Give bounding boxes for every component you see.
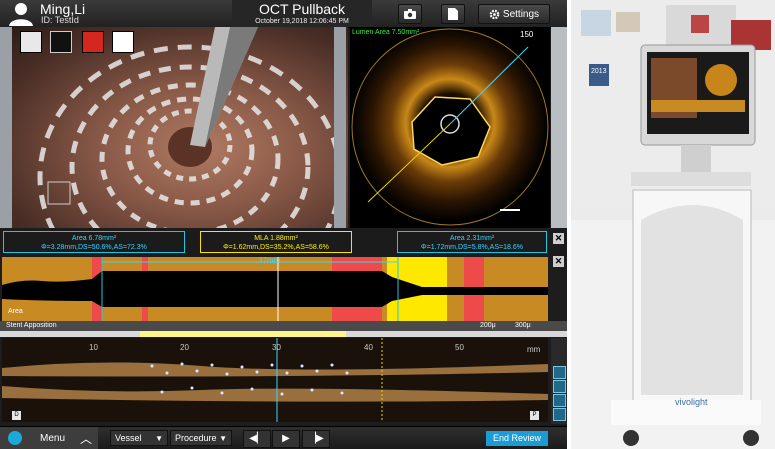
tool-3-icon[interactable] — [553, 394, 566, 407]
previous-frame-button[interactable]: ◀▏ — [243, 430, 271, 448]
axis-tick-50: 50 — [455, 343, 464, 352]
settings-button[interactable]: Settings — [478, 4, 550, 24]
stent-apposition-track — [0, 331, 567, 337]
procedure-dropdown[interactable]: Procedure ▼ — [170, 430, 232, 446]
cross-section-icon[interactable] — [50, 31, 72, 53]
longitudinal-tools — [551, 338, 567, 424]
menu-button[interactable]: Menu ︿ — [0, 427, 98, 449]
play-icon: ▶ — [282, 433, 290, 444]
frame-number: 150 — [520, 30, 534, 39]
distal-marker: D — [12, 411, 21, 420]
vessel-3d-view[interactable] — [0, 27, 348, 228]
close-area-graph-button[interactable]: ✕ — [553, 256, 564, 267]
report-button[interactable] — [441, 4, 465, 24]
area-profile — [2, 257, 548, 321]
procedure-label: Procedure — [175, 433, 217, 443]
measurement-right[interactable]: Area 2.31mm² Φ=1.72mm,DS=5.8%,AS=18.6% — [397, 231, 547, 253]
proximal-marker: P — [530, 411, 539, 420]
area-graph-label: Area — [8, 308, 23, 315]
top-bar: Ming,Li ID: TestId OCT Pullback October … — [0, 0, 567, 28]
user-icon — [9, 3, 33, 26]
menu-gear-icon — [8, 431, 22, 445]
legend-300: 300μ — [515, 322, 531, 329]
legend-200: 200μ — [480, 322, 496, 329]
segment-length: 37mm — [258, 256, 281, 265]
axis-unit: mm — [527, 345, 541, 354]
axis-tick-30: 30 — [272, 343, 281, 352]
axis-tick-40: 40 — [364, 343, 373, 352]
tool-1-icon[interactable] — [553, 366, 566, 379]
mid-scroll-strip[interactable] — [334, 27, 346, 228]
skip-back-icon: ◀▏ — [249, 433, 265, 444]
lumen-area-readout: Lumen Area 7.50mm² — [352, 29, 420, 36]
title-block: OCT Pullback October 19,2018 12:06:45 PM — [232, 0, 372, 27]
bottom-bar: Menu ︿ Vessel ▼ Procedure ▼ ◀▏ ▶ ▕▶ End … — [0, 426, 567, 449]
measurement-row: Area 6.78mm² Φ=3.28mm,DS=50.6%,AS=72.3% … — [0, 229, 567, 257]
tool-4-icon[interactable] — [553, 408, 566, 421]
vessel-label: Vessel — [115, 433, 142, 443]
brand-logo-text: vivolight — [675, 397, 708, 407]
measurement-left-detail: Φ=3.28mm,DS=50.6%,AS=72.3% — [41, 244, 147, 251]
axis-tick-10: 10 — [89, 343, 98, 352]
record-icon[interactable] — [82, 31, 104, 53]
oct-image — [351, 28, 549, 226]
layers-icon[interactable] — [20, 31, 42, 53]
measurement-mla[interactable]: MLA 1.88mm² Φ=1.62mm,DS=35.2%,AS=58.6% — [200, 231, 352, 253]
patient-id: ID: TestId — [41, 15, 79, 25]
caret-down-icon: ▼ — [219, 433, 227, 443]
document-icon — [448, 8, 458, 20]
caret-down-icon: ▼ — [155, 433, 163, 443]
vessel-dropdown[interactable]: Vessel ▼ — [110, 430, 168, 446]
oct-cross-section[interactable] — [350, 27, 550, 228]
photo-year-label: 2013 — [591, 68, 607, 75]
home-icon[interactable] — [112, 31, 134, 53]
measurement-right-title: Area 2.31mm² — [449, 235, 495, 242]
vessel-3d-render — [37, 27, 343, 228]
measurement-mla-title: MLA 1.88mm² — [254, 235, 298, 242]
measurement-mla-detail: Φ=1.62mm,DS=35.2%,AS=58.6% — [223, 244, 329, 251]
menu-label: Menu — [40, 433, 66, 444]
stent-apposition-label: Stent Apposition — [6, 322, 57, 329]
left-scroll-strip[interactable] — [0, 27, 12, 228]
oct-application: Ming,Li ID: TestId OCT Pullback October … — [0, 0, 567, 449]
next-frame-button[interactable]: ▕▶ — [302, 430, 330, 448]
gear-icon — [489, 9, 500, 19]
axis-tick-20: 20 — [180, 343, 189, 352]
close-measurement-button[interactable]: ✕ — [553, 233, 564, 244]
measurement-left-title: Area 6.78mm² — [71, 235, 117, 242]
end-review-button[interactable]: End Review — [486, 431, 548, 446]
settings-label: Settings — [502, 8, 540, 20]
app-title: OCT Pullback — [258, 1, 346, 17]
camera-button[interactable] — [398, 4, 422, 24]
play-button[interactable]: ▶ — [272, 430, 300, 448]
skip-forward-icon: ▕▶ — [308, 433, 324, 444]
measurement-left[interactable]: Area 6.78mm² Φ=3.28mm,DS=50.6%,AS=72.3% — [3, 231, 185, 253]
measurement-right-detail: Φ=1.72mm,DS=5.8%,AS=18.6% — [421, 244, 523, 251]
app-date: October 19,2018 12:06:45 PM — [255, 18, 349, 25]
right-scroll-strip[interactable] — [551, 27, 567, 228]
camera-icon — [404, 9, 416, 19]
chevron-up-icon: ︿ — [80, 432, 93, 446]
area-graph[interactable] — [2, 257, 548, 321]
stent-segment — [140, 331, 346, 337]
tool-2-icon[interactable] — [553, 380, 566, 393]
